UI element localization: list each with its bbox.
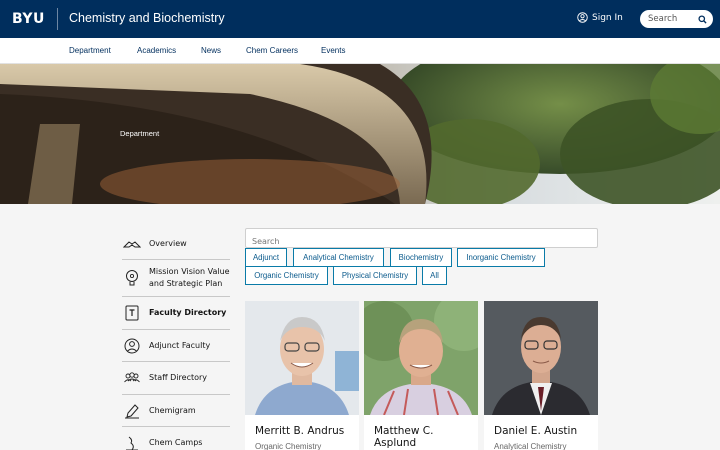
bulb-head-icon [126, 270, 138, 286]
filter-adjunct[interactable]: Adjunct [245, 248, 287, 267]
bunsen-icon [126, 436, 138, 450]
header-search[interactable] [640, 10, 713, 28]
faculty-name: Merritt B. Andrus [255, 425, 345, 437]
header-search-input[interactable] [648, 14, 694, 24]
faculty-name: Matthew C. Asplund [374, 425, 434, 449]
directory-search[interactable] [245, 228, 598, 251]
filter-all[interactable]: All [422, 266, 447, 285]
hero-banner: Department [0, 64, 720, 204]
filter-biochemistry[interactable]: Biochemistry [390, 248, 452, 267]
nav-events[interactable]: Events [321, 46, 345, 55]
filter-organic-chemistry[interactable]: Organic Chemistry [245, 266, 328, 285]
hero-label: Department [120, 129, 160, 138]
sidebar-item-faculty-directory[interactable]: Faculty Directory [122, 297, 230, 330]
filter-inorganic-chemistry[interactable]: Inorganic Chemistry [457, 248, 545, 267]
sidebar-item-adjunct-faculty[interactable]: Adjunct Faculty [122, 330, 230, 362]
site-title[interactable]: Chemistry and Biochemistry [69, 11, 225, 25]
sidebar-item-staff-directory[interactable]: Staff Directory [122, 362, 230, 395]
nav-news[interactable]: News [201, 46, 221, 55]
sidebar-item-chemigram[interactable]: Chemigram [122, 395, 230, 427]
sign-in-button[interactable]: Sign In [577, 12, 623, 23]
hands-icon [123, 240, 141, 247]
faculty-department: Organic Chemistry [255, 442, 322, 450]
user-circle-icon [577, 12, 588, 23]
faculty-card[interactable]: Matthew C. Asplund [364, 301, 478, 450]
main-nav: Department Academics News Chem Careers E… [0, 38, 720, 64]
faculty-photo [245, 301, 359, 415]
sidebar-item-chem-camps[interactable]: Chem Camps [122, 427, 230, 450]
faculty-photo [364, 301, 478, 415]
filter-analytical-chemistry[interactable]: Analytical Chemistry [293, 248, 384, 267]
faculty-card[interactable]: Merritt B. Andrus Organic Chemistry [245, 301, 359, 450]
byu-logo[interactable]: BYU [12, 11, 45, 27]
directory-book-icon [125, 305, 139, 321]
pen-icon [125, 403, 139, 418]
sign-in-label: Sign In [592, 12, 623, 23]
search-icon[interactable] [698, 14, 707, 24]
filter-physical-chemistry[interactable]: Physical Chemistry [333, 266, 417, 285]
hero-image [0, 64, 720, 204]
nav-academics[interactable]: Academics [137, 46, 176, 55]
person-circle-icon [124, 338, 140, 353]
sidebar-item-mission[interactable]: Mission Vision Value and Strategic Plan [122, 260, 230, 297]
nav-chem-careers[interactable]: Chem Careers [246, 46, 298, 55]
faculty-card[interactable]: Daniel E. Austin Analytical Chemistry [484, 301, 598, 450]
sidebar-item-overview[interactable]: Overview [122, 228, 230, 260]
top-bar: BYU Chemistry and Biochemistry Sign In [0, 0, 720, 38]
faculty-name: Daniel E. Austin [494, 425, 578, 437]
header-divider [57, 8, 58, 30]
nav-department[interactable]: Department [69, 46, 111, 55]
group-icon [124, 372, 140, 383]
faculty-photo [484, 301, 598, 415]
faculty-department: Analytical Chemistry [494, 442, 567, 450]
